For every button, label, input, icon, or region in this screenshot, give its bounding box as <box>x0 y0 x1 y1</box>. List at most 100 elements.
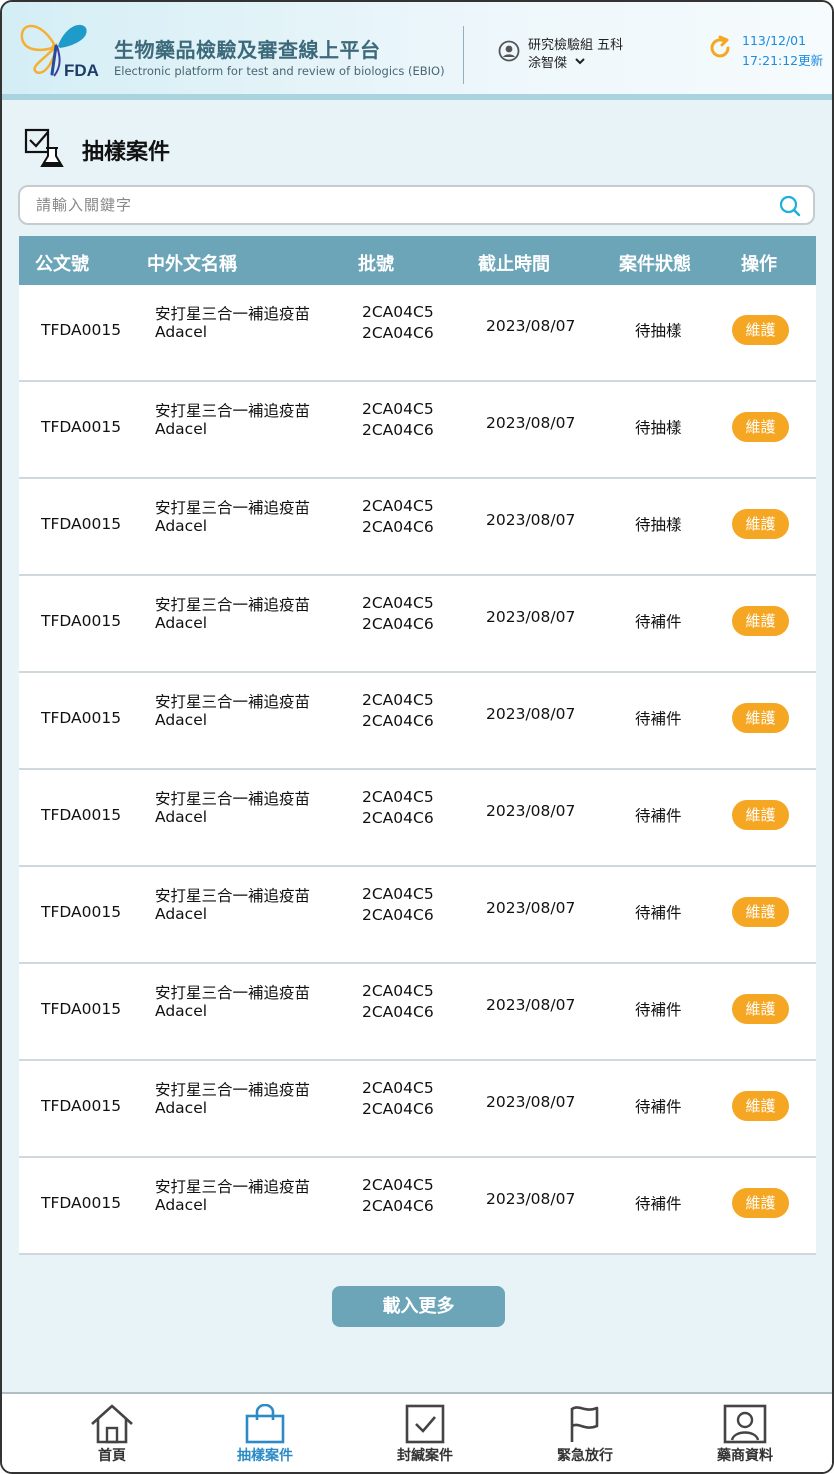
cell-lot-1: 2CA04C5 <box>362 982 434 1000</box>
cell-lot-2: 2CA04C6 <box>362 809 434 827</box>
search-box[interactable] <box>18 185 815 225</box>
cell-status: 待補件 <box>635 613 682 631</box>
cell-lot-2: 2CA04C6 <box>362 518 434 536</box>
cell-name-zh: 安打星三合一補追疫苗 <box>155 499 311 517</box>
cell-status: 待抽樣 <box>635 322 682 340</box>
cell-lot-2: 2CA04C6 <box>362 1003 434 1021</box>
table-row: TFDA0015 安打星三合一補追疫苗 Adacel 2CA04C5 2CA04C6 20… <box>19 770 816 867</box>
column-header-deadline: 截止時間 <box>478 254 550 275</box>
checkbox-icon <box>405 1404 445 1444</box>
bag-icon <box>245 1404 285 1444</box>
nav-label-pharma-data: 藥商資料 <box>717 1448 773 1464</box>
cell-deadline: 2023/08/07 <box>486 705 576 723</box>
maintain-button[interactable]: 維護 <box>732 606 789 636</box>
maintain-button[interactable]: 維護 <box>732 509 789 539</box>
cell-status: 待抽樣 <box>635 419 682 437</box>
load-more-button[interactable]: 載入更多 <box>332 1286 505 1327</box>
home-icon <box>91 1404 133 1444</box>
cell-lot-1: 2CA04C5 <box>362 1079 434 1097</box>
update-date: 113/12/01 <box>742 33 807 48</box>
maintain-button[interactable]: 維護 <box>732 800 789 830</box>
fda-butterfly-logo[interactable]: FDA <box>16 16 102 80</box>
maintain-button[interactable]: 維護 <box>732 1188 789 1218</box>
cell-doc-no: TFDA0015 <box>41 515 122 533</box>
cell-name-en: Adacel <box>155 420 208 438</box>
cell-status: 待補件 <box>635 1001 682 1019</box>
cell-doc-no: TFDA0015 <box>41 1000 122 1018</box>
cell-name-en: Adacel <box>155 323 208 341</box>
cell-lot-2: 2CA04C6 <box>362 712 434 730</box>
app-frame: FDA 生物藥品檢驗及審查線上平台 Electronic platform fo… <box>0 0 834 1474</box>
site-subtitle: Electronic platform for test and review … <box>114 64 445 78</box>
column-header-doc-no: 公文號 <box>35 254 89 275</box>
cell-doc-no: TFDA0015 <box>41 709 122 727</box>
chevron-down-icon[interactable] <box>574 56 586 66</box>
cell-name-en: Adacel <box>155 905 208 923</box>
cell-name-zh: 安打星三合一補追疫苗 <box>155 984 311 1002</box>
cell-doc-no: TFDA0015 <box>41 1194 122 1212</box>
cell-name-zh: 安打星三合一補追疫苗 <box>155 305 311 323</box>
user-name[interactable]: 涂智傑 <box>528 52 567 71</box>
table-header: 公文號 中外文名稱 批號 截止時間 案件狀態 操作 <box>19 236 816 285</box>
user-avatar-icon[interactable] <box>498 40 520 62</box>
cell-name-en: Adacel <box>155 808 208 826</box>
page-title: 抽樣案件 <box>82 140 171 165</box>
contact-card-icon <box>723 1404 767 1444</box>
cell-name-zh: 安打星三合一補追疫苗 <box>155 1178 311 1196</box>
cell-status: 待抽樣 <box>635 516 682 534</box>
column-header-lot: 批號 <box>358 254 394 275</box>
cell-status: 待補件 <box>635 710 682 728</box>
table-row: TFDA0015 安打星三合一補追疫苗 Adacel 2CA04C5 2CA04C6 20… <box>19 285 816 382</box>
nav-item-sealed-cases[interactable]: 封緘案件 <box>345 1394 505 1472</box>
cell-lot-1: 2CA04C5 <box>362 303 434 321</box>
nav-item-emergency-release[interactable]: 緊急放行 <box>505 1394 665 1472</box>
maintain-button[interactable]: 維護 <box>732 315 789 345</box>
nav-item-sampling-cases[interactable]: 抽樣案件 <box>185 1394 345 1472</box>
cell-lot-2: 2CA04C6 <box>362 615 434 633</box>
table-body: TFDA0015 安打星三合一補追疫苗 Adacel 2CA04C5 2CA04C6 20… <box>19 285 816 1255</box>
nav-label-home: 首頁 <box>98 1448 126 1464</box>
cell-lot-1: 2CA04C5 <box>362 885 434 903</box>
refresh-icon[interactable] <box>706 34 734 62</box>
search-input[interactable] <box>36 194 776 216</box>
cell-doc-no: TFDA0015 <box>41 321 122 339</box>
cell-name-zh: 安打星三合一補追疫苗 <box>155 887 311 905</box>
maintain-button[interactable]: 維護 <box>732 897 789 927</box>
cell-name-zh: 安打星三合一補追疫苗 <box>155 402 311 420</box>
cell-name-en: Adacel <box>155 1196 208 1214</box>
cell-deadline: 2023/08/07 <box>486 414 576 432</box>
nav-label-sampling-cases: 抽樣案件 <box>237 1448 293 1464</box>
cell-lot-1: 2CA04C5 <box>362 594 434 612</box>
maintain-button[interactable]: 維護 <box>732 412 789 442</box>
bottom-nav: 首頁 抽樣案件 封緘案件 緊急放行 藥商資料 <box>2 1392 832 1472</box>
search-icon[interactable] <box>778 194 802 218</box>
cell-name-en: Adacel <box>155 614 208 632</box>
cell-lot-2: 2CA04C6 <box>362 421 434 439</box>
nav-item-home[interactable]: 首頁 <box>32 1394 192 1472</box>
cell-deadline: 2023/08/07 <box>486 511 576 529</box>
cell-status: 待補件 <box>635 807 682 825</box>
maintain-button[interactable]: 維護 <box>732 994 789 1024</box>
cell-doc-no: TFDA0015 <box>41 1097 122 1115</box>
cell-doc-no: TFDA0015 <box>41 418 122 436</box>
column-header-action: 操作 <box>741 254 777 275</box>
cell-status: 待補件 <box>635 904 682 922</box>
cell-name-zh: 安打星三合一補追疫苗 <box>155 1081 311 1099</box>
cell-deadline: 2023/08/07 <box>486 1190 576 1208</box>
nav-item-pharma-data[interactable]: 藥商資料 <box>665 1394 825 1472</box>
cell-doc-no: TFDA0015 <box>41 612 122 630</box>
column-header-name: 中外文名稱 <box>147 254 237 275</box>
table-row: TFDA0015 安打星三合一補追疫苗 Adacel 2CA04C5 2CA04C6 20… <box>19 673 816 770</box>
maintain-button[interactable]: 維護 <box>732 703 789 733</box>
cell-deadline: 2023/08/07 <box>486 899 576 917</box>
cell-deadline: 2023/08/07 <box>486 1093 576 1111</box>
table-row: TFDA0015 安打星三合一補追疫苗 Adacel 2CA04C5 2CA04C6 20… <box>19 1158 816 1255</box>
cell-lot-1: 2CA04C5 <box>362 788 434 806</box>
cell-status: 待補件 <box>635 1195 682 1213</box>
flag-icon <box>570 1406 599 1442</box>
cases-table: 公文號 中外文名稱 批號 截止時間 案件狀態 操作 TFDA0015 安打星三合一… <box>19 236 816 1255</box>
cell-lot-1: 2CA04C5 <box>362 400 434 418</box>
maintain-button[interactable]: 維護 <box>732 1091 789 1121</box>
cell-status: 待補件 <box>635 1098 682 1116</box>
app-header: FDA 生物藥品檢驗及審查線上平台 Electronic platform fo… <box>2 2 832 94</box>
